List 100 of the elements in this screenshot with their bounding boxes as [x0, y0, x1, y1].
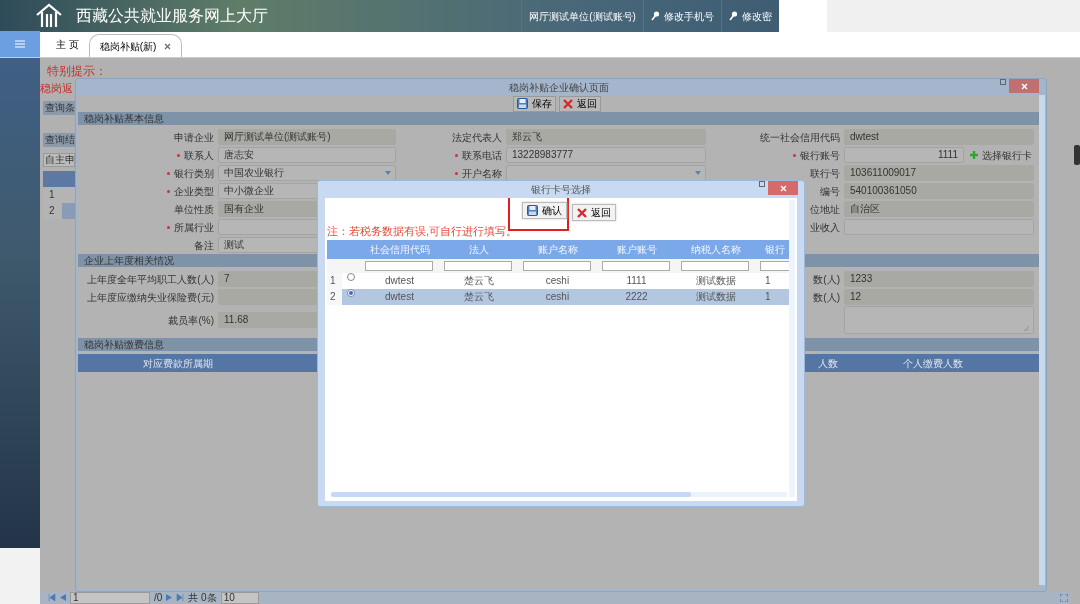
input-field[interactable]: 1111	[844, 147, 964, 163]
select-field[interactable]: 中国农业银行	[218, 165, 396, 181]
column-header: 个人缴费人数	[903, 357, 963, 369]
logo-icon	[34, 3, 64, 29]
input-field[interactable]: 540100361050	[844, 183, 1034, 199]
previous-page-icon[interactable]	[60, 594, 66, 601]
table-cell: 楚云飞	[463, 274, 494, 286]
input-field[interactable]: 网厅测试单位(测试账号)	[218, 129, 396, 145]
input-field[interactable]: 103611009017	[844, 165, 1034, 181]
last-page-icon[interactable]	[176, 594, 185, 601]
required-icon	[167, 172, 170, 176]
next-page-icon[interactable]	[166, 594, 173, 601]
table-cell: ceshi	[545, 290, 570, 302]
required-icon	[167, 190, 170, 194]
filter-field[interactable]	[365, 261, 433, 271]
field-label: 备注	[194, 239, 214, 251]
close-icon	[563, 98, 573, 109]
filter-field[interactable]	[523, 261, 591, 271]
dialog-title: 银行卡号选择	[531, 182, 591, 197]
field-label: 银行账号	[800, 149, 840, 161]
input-field[interactable]: 1233	[844, 271, 1034, 287]
radio-button[interactable]	[347, 272, 355, 281]
caret-icon	[385, 171, 391, 175]
filter-field[interactable]	[444, 261, 512, 271]
notice-text: 稳岗返	[40, 81, 74, 96]
field-label: 法定代表人	[452, 131, 502, 143]
field-label: 位地址	[810, 203, 840, 215]
panel-title: 查询条	[43, 100, 75, 115]
total-count: 共 0条	[188, 592, 217, 603]
required-icon	[793, 154, 796, 158]
field-label: 银行类别	[174, 167, 214, 179]
field-label: 数(人)	[813, 291, 840, 303]
column-header: 账户名称	[537, 243, 578, 255]
filter-field[interactable]	[681, 261, 749, 271]
table-cell: dwtest	[385, 290, 414, 302]
scrollbar[interactable]	[331, 492, 787, 497]
field-label: 上年度应缴纳失业保险费(元)	[87, 291, 214, 303]
field-label: 业收入	[810, 221, 840, 233]
key-icon	[650, 11, 660, 21]
grid-header	[43, 170, 75, 187]
maximize-icon[interactable]	[759, 181, 765, 187]
input-field[interactable]: 唐志安	[218, 147, 396, 163]
save-button[interactable]: 保存	[513, 95, 556, 112]
field-label: 上年度全年平均职工人数(人)	[87, 273, 214, 285]
input-field[interactable]: 13228983777	[506, 147, 706, 163]
header-link[interactable]: 修改密	[720, 0, 779, 32]
header-link[interactable]: 修改手机号	[642, 0, 721, 32]
input-field[interactable]: dwtest	[844, 129, 1034, 145]
section-header: 稳岗补贴基本信息	[78, 112, 1039, 125]
text-area[interactable]	[844, 306, 1034, 334]
panel-title: 查询结	[43, 132, 75, 147]
menu-button[interactable]	[0, 31, 40, 57]
back-button[interactable]: 返回	[572, 204, 616, 221]
save-button[interactable]: 确认	[522, 202, 567, 219]
select-field[interactable]	[506, 165, 706, 181]
tab[interactable]: 主 页	[46, 31, 89, 57]
expand-icon[interactable]	[1060, 593, 1068, 602]
close-icon[interactable]	[164, 42, 172, 50]
column-header: 人数	[818, 357, 838, 369]
save-icon	[527, 205, 538, 216]
field-label: 开户名称	[462, 167, 502, 179]
column-header: 纳税人名称	[690, 243, 741, 255]
key-icon	[728, 11, 738, 21]
required-icon	[177, 154, 180, 158]
input-field[interactable]: 郑云飞	[506, 129, 706, 145]
table-cell: 1	[765, 290, 771, 302]
user-name[interactable]: 网厅测试单位(测试账号)	[521, 0, 643, 32]
filter-field[interactable]	[602, 261, 670, 271]
resize-icon	[1024, 326, 1029, 331]
notice-title: 特别提示：	[47, 63, 107, 80]
field-label: 申请企业	[174, 131, 214, 143]
field-label: 企业类型	[174, 185, 214, 197]
column-header: 银行	[765, 243, 785, 255]
table-cell: 测试数据	[695, 274, 736, 286]
table-cell: 1	[765, 274, 771, 286]
close-button[interactable]	[768, 181, 798, 195]
scrollbar[interactable]	[789, 200, 795, 497]
caret-icon	[695, 171, 701, 175]
required-icon	[455, 154, 458, 158]
field-label: 所属行业	[174, 221, 214, 233]
table-cell: ceshi	[545, 274, 570, 286]
maximize-icon[interactable]	[1000, 79, 1006, 85]
page-count: /0	[154, 592, 163, 603]
side-handle[interactable]	[1074, 145, 1080, 165]
input-field[interactable]: 12	[844, 289, 1034, 305]
radio-button[interactable]	[347, 288, 355, 297]
field-label: 联系人	[184, 149, 214, 161]
note-text: 注：若税务数据有误,可自行进行填写。	[327, 224, 518, 239]
add-card-button[interactable]: 选择银行卡	[970, 147, 1032, 163]
input-field[interactable]: 自治区	[844, 201, 1034, 217]
table-cell: 测试数据	[695, 290, 736, 302]
table-cell: 楚云飞	[463, 290, 494, 302]
close-icon	[1020, 82, 1028, 90]
field-label: 统一社会信用代码	[760, 131, 840, 143]
apply-button[interactable]: 自主申	[43, 152, 75, 167]
tab[interactable]: 稳岗补贴(新)	[88, 34, 183, 57]
scrollbar[interactable]	[1038, 95, 1046, 585]
back-button[interactable]: 返回	[559, 95, 601, 112]
first-page-icon[interactable]	[48, 594, 56, 601]
close-button[interactable]	[1009, 79, 1039, 93]
